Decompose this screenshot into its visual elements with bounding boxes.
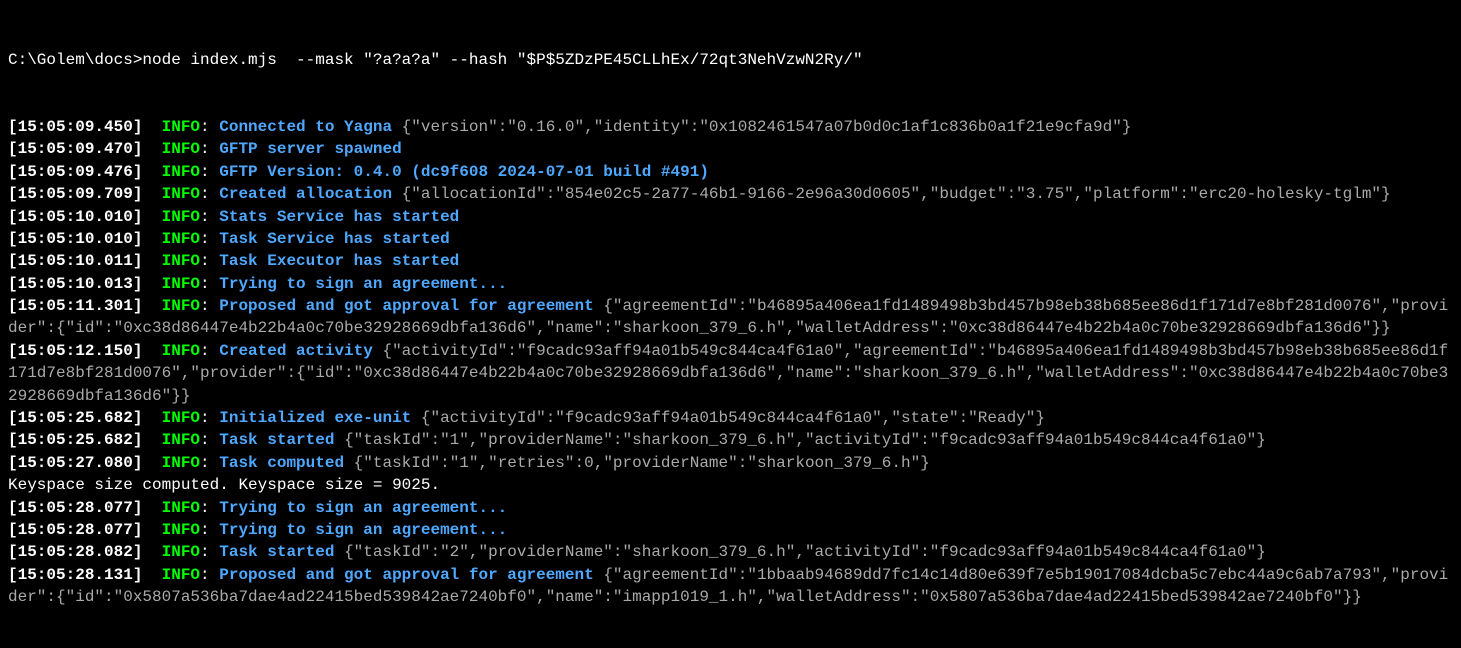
log-line: [15:05:28.077] INFO: Trying to sign an a…	[8, 519, 1453, 541]
command-prompt: C:\Golem\docs>node index.mjs --mask "?a?…	[8, 49, 1453, 71]
log-timestamp: [15:05:28.077]	[8, 499, 142, 517]
log-colon: :	[200, 208, 219, 226]
log-colon: :	[200, 342, 219, 360]
log-line: [15:05:28.082] INFO: Task started {"task…	[8, 541, 1453, 563]
log-colon: :	[200, 431, 219, 449]
log-colon: :	[200, 454, 219, 472]
log-json: {"taskId":"2","providerName":"sharkoon_3…	[344, 543, 1266, 561]
log-timestamp: [15:05:10.010]	[8, 208, 142, 226]
log-line: [15:05:25.682] INFO: Initialized exe-uni…	[8, 407, 1453, 429]
log-line: [15:05:12.150] INFO: Created activity {"…	[8, 340, 1453, 407]
log-timestamp: [15:05:11.301]	[8, 297, 142, 315]
log-message: Task started	[219, 543, 334, 561]
log-colon: :	[200, 499, 219, 517]
log-line: [15:05:25.682] INFO: Task started {"task…	[8, 429, 1453, 451]
log-level: INFO	[162, 163, 200, 181]
log-timestamp: [15:05:10.010]	[8, 230, 142, 248]
log-level: INFO	[162, 275, 200, 293]
log-line: [15:05:10.010] INFO: Stats Service has s…	[8, 206, 1453, 228]
log-message: Proposed and got approval for agreement	[219, 566, 593, 584]
log-timestamp: [15:05:09.450]	[8, 118, 142, 136]
log-timestamp: [15:05:27.080]	[8, 454, 142, 472]
log-colon: :	[200, 521, 219, 539]
log-timestamp: [15:05:25.682]	[8, 409, 142, 427]
log-message: Initialized exe-unit	[219, 409, 411, 427]
log-message: Task Service has started	[219, 230, 449, 248]
log-message: Proposed and got approval for agreement	[219, 297, 593, 315]
log-level: INFO	[162, 118, 200, 136]
log-json: {"taskId":"1","providerName":"sharkoon_3…	[344, 431, 1266, 449]
log-timestamp: [15:05:10.011]	[8, 252, 142, 270]
log-level: INFO	[162, 499, 200, 517]
log-level: INFO	[162, 185, 200, 203]
log-line: Keyspace size computed. Keyspace size = …	[8, 474, 1453, 496]
log-message: Task Executor has started	[219, 252, 459, 270]
log-timestamp: [15:05:09.476]	[8, 163, 142, 181]
log-message: GFTP server spawned	[219, 140, 401, 158]
log-message: Trying to sign an agreement...	[219, 499, 507, 517]
log-level: INFO	[162, 431, 200, 449]
log-level: INFO	[162, 252, 200, 270]
log-json: {"version":"0.16.0","identity":"0x108246…	[402, 118, 1132, 136]
log-json: {"allocationId":"854e02c5-2a77-46b1-9166…	[402, 185, 1391, 203]
log-level: INFO	[162, 230, 200, 248]
log-line: [15:05:27.080] INFO: Task computed {"tas…	[8, 452, 1453, 474]
log-colon: :	[200, 297, 219, 315]
log-plain-text: Keyspace size computed. Keyspace size = …	[8, 476, 440, 494]
log-colon: :	[200, 566, 219, 584]
log-level: INFO	[162, 543, 200, 561]
log-json: {"activityId":"f9cadc93aff94a01b549c844c…	[421, 409, 1045, 427]
log-message: Created allocation	[219, 185, 392, 203]
log-timestamp: [15:05:09.470]	[8, 140, 142, 158]
log-timestamp: [15:05:28.077]	[8, 521, 142, 539]
log-line: [15:05:28.077] INFO: Trying to sign an a…	[8, 497, 1453, 519]
log-level: INFO	[162, 140, 200, 158]
log-line: [15:05:09.450] INFO: Connected to Yagna …	[8, 116, 1453, 138]
log-timestamp: [15:05:09.709]	[8, 185, 142, 203]
log-line: [15:05:10.010] INFO: Task Service has st…	[8, 228, 1453, 250]
log-colon: :	[200, 252, 219, 270]
log-level: INFO	[162, 208, 200, 226]
log-colon: :	[200, 409, 219, 427]
log-line: [15:05:09.470] INFO: GFTP server spawned	[8, 138, 1453, 160]
log-colon: :	[200, 543, 219, 561]
log-level: INFO	[162, 409, 200, 427]
terminal-output[interactable]: C:\Golem\docs>node index.mjs --mask "?a?…	[0, 0, 1461, 635]
log-message: Stats Service has started	[219, 208, 459, 226]
log-message: GFTP Version: 0.4.0 (dc9f608 2024-07-01 …	[219, 163, 709, 181]
log-colon: :	[200, 275, 219, 293]
log-level: INFO	[162, 297, 200, 315]
log-level: INFO	[162, 566, 200, 584]
log-message: Task computed	[219, 454, 344, 472]
log-colon: :	[200, 118, 219, 136]
log-timestamp: [15:05:28.082]	[8, 543, 142, 561]
log-message: Trying to sign an agreement...	[219, 275, 507, 293]
log-line: [15:05:09.709] INFO: Created allocation …	[8, 183, 1453, 205]
log-colon: :	[200, 140, 219, 158]
log-level: INFO	[162, 454, 200, 472]
log-line: [15:05:10.013] INFO: Trying to sign an a…	[8, 273, 1453, 295]
log-message: Connected to Yagna	[219, 118, 392, 136]
log-lines-container: [15:05:09.450] INFO: Connected to Yagna …	[8, 116, 1453, 609]
log-timestamp: [15:05:12.150]	[8, 342, 142, 360]
log-colon: :	[200, 185, 219, 203]
log-timestamp: [15:05:28.131]	[8, 566, 142, 584]
log-level: INFO	[162, 342, 200, 360]
log-message: Trying to sign an agreement...	[219, 521, 507, 539]
log-line: [15:05:11.301] INFO: Proposed and got ap…	[8, 295, 1453, 340]
log-message: Task started	[219, 431, 334, 449]
log-line: [15:05:10.011] INFO: Task Executor has s…	[8, 250, 1453, 272]
log-colon: :	[200, 230, 219, 248]
log-timestamp: [15:05:10.013]	[8, 275, 142, 293]
log-timestamp: [15:05:25.682]	[8, 431, 142, 449]
log-level: INFO	[162, 521, 200, 539]
log-colon: :	[200, 163, 219, 181]
log-line: [15:05:09.476] INFO: GFTP Version: 0.4.0…	[8, 161, 1453, 183]
log-json: {"taskId":"1","retries":0,"providerName"…	[354, 454, 930, 472]
log-line: [15:05:28.131] INFO: Proposed and got ap…	[8, 564, 1453, 609]
log-message: Created activity	[219, 342, 373, 360]
